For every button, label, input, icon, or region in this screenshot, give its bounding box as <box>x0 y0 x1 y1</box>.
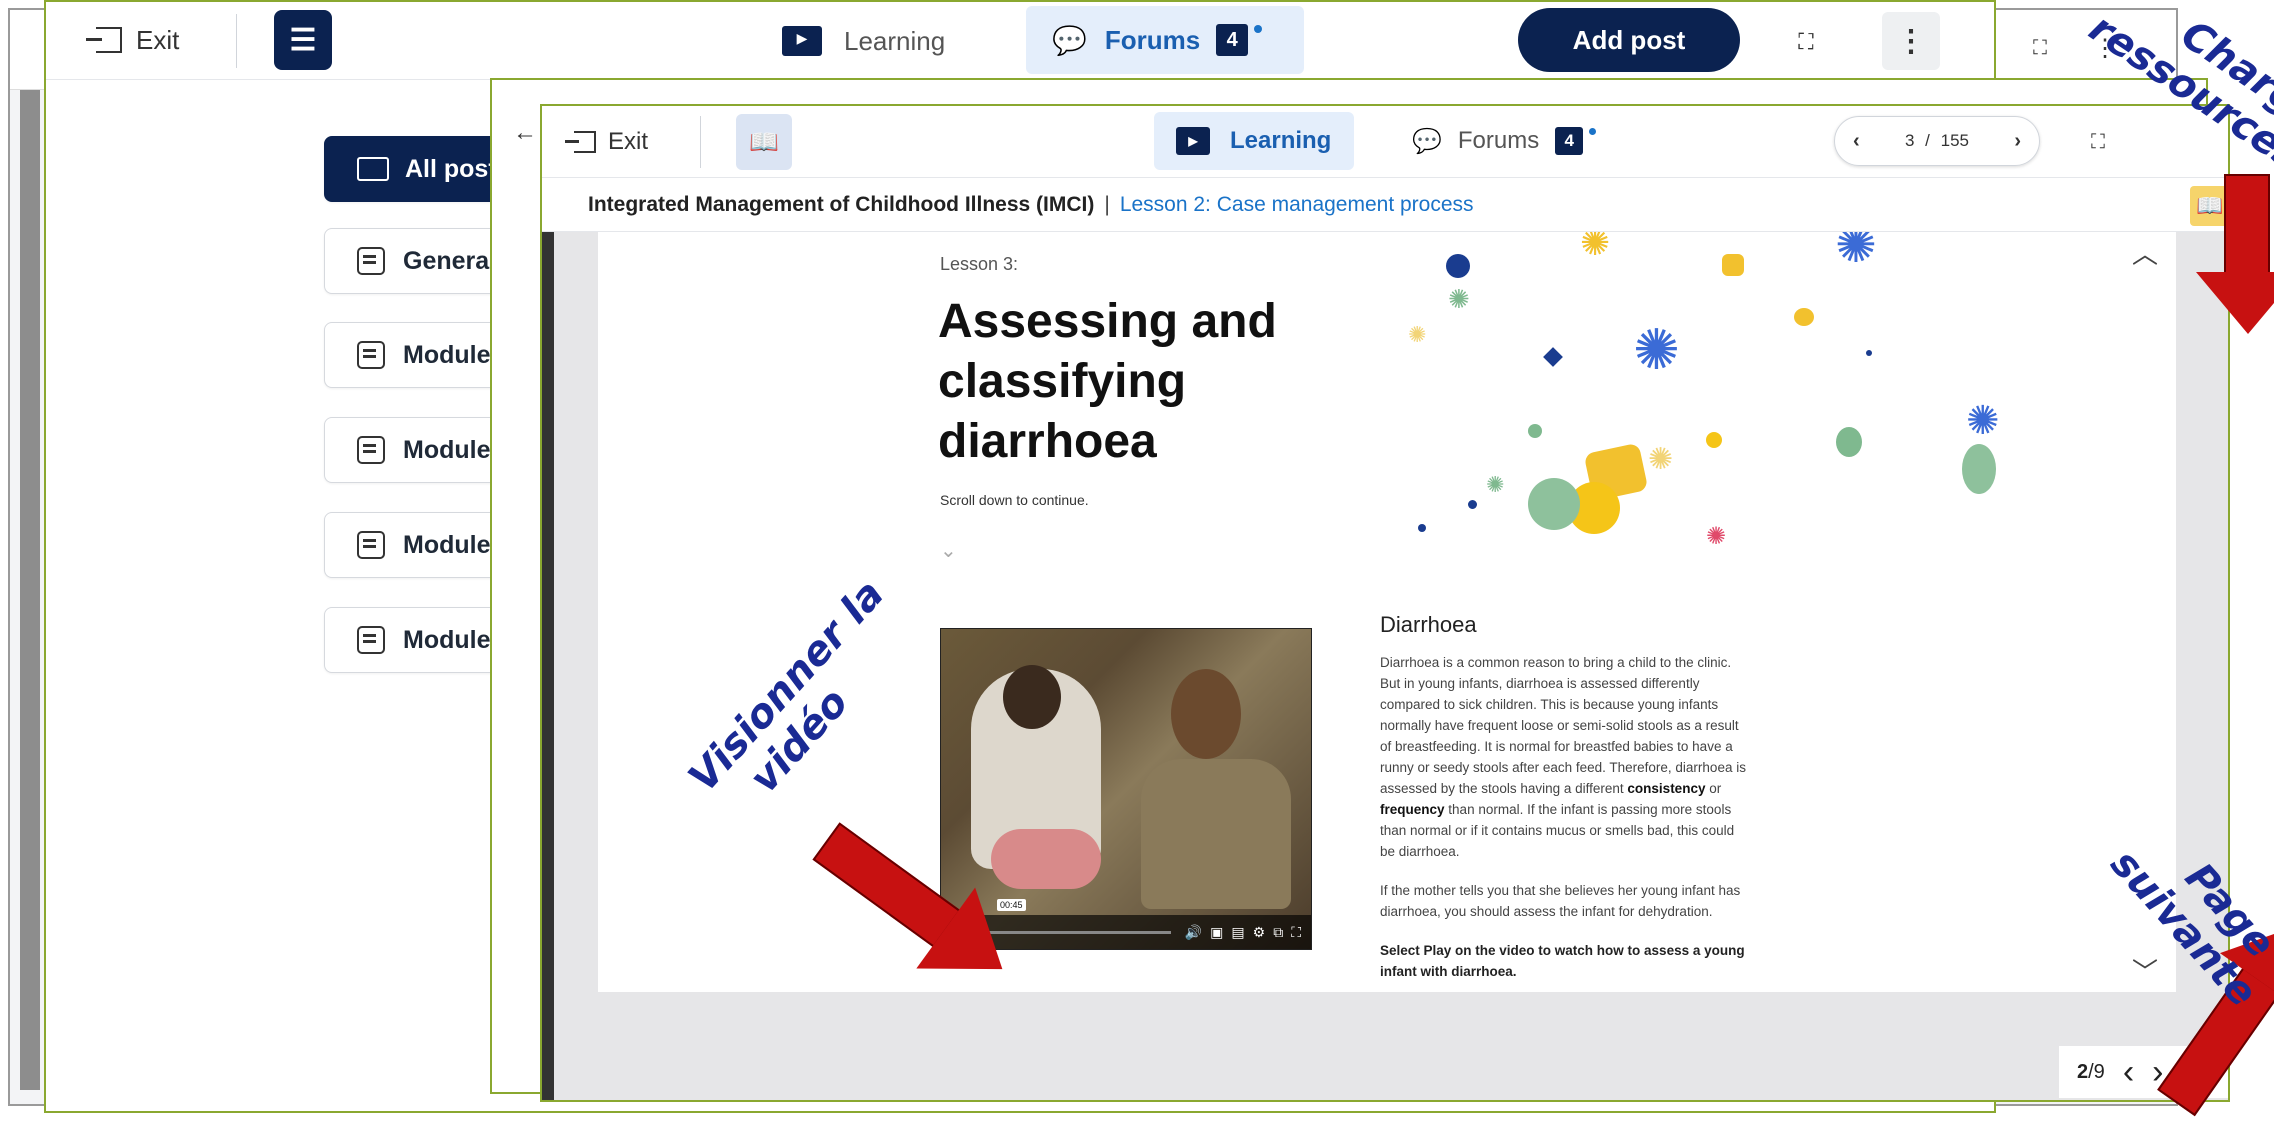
exit-icon <box>565 131 596 153</box>
post-icon <box>357 247 385 275</box>
slide-title: Assessing and classifying diarrhoea <box>938 295 1277 468</box>
monitor-play-icon: ▶ <box>1176 127 1210 155</box>
forums-header: Exit ☰ ▶ Learning 💬 Forums 4 Add post ⛶ … <box>46 2 1994 80</box>
tab-forums-label: Forums <box>1104 24 1201 55</box>
decorative-pattern: ✺ ✺ ✺ ✺ ✺ ✺ ✺ ✺ ✺ <box>1408 232 2176 572</box>
flower-icon <box>1418 524 1426 532</box>
flower-icon <box>1706 432 1722 448</box>
exit-label: Exit <box>136 24 180 55</box>
tab-forums-label: Forums <box>1457 127 1540 154</box>
tab-learning[interactable]: ▶ Learning <box>766 16 961 66</box>
add-post-label: Add post <box>1572 24 1686 55</box>
divider <box>236 14 237 68</box>
flower-icon <box>1836 427 1862 457</box>
exit-label: Exit <box>608 128 649 155</box>
forums-count-badge: 4 <box>1216 24 1249 56</box>
lesson-label: Lesson 3: <box>940 254 1019 274</box>
flower-icon: ✺ <box>1835 232 1877 273</box>
volume-icon[interactable]: 🔊 <box>1185 924 1202 941</box>
content-left-border <box>542 232 554 1100</box>
fullscreen-icon[interactable]: ⛶ <box>2078 122 2118 162</box>
more-options-icon[interactable]: ⋮ <box>1882 12 1940 70</box>
flower-icon: ✺ <box>1966 399 2000 443</box>
breadcrumb-course[interactable]: Integrated Management of Childhood Illne… <box>588 193 1094 217</box>
section-body: Diarrhoea is a common reason to bring a … <box>1380 655 1746 979</box>
section-title: Diarrhoea <box>1380 612 1477 637</box>
breadcrumb-lesson[interactable]: Lesson 2: Case management process <box>1120 193 1474 217</box>
flower-icon: ✺ <box>1633 318 1680 381</box>
page-navigator: ‹ 3 / 155 › <box>1834 116 2040 166</box>
learning-window: Exit 📖 ▶ Learning 💬 Forums 4 ‹ 3 / 155 ›… <box>540 104 2230 1102</box>
post-icon <box>357 531 385 559</box>
chat-icon: 💬 <box>1052 24 1087 56</box>
tab-learning-label: Learning <box>844 25 946 56</box>
video-person-right <box>1141 759 1291 909</box>
flower-icon: ✺ <box>1580 232 1611 263</box>
flower-icon <box>1962 444 1996 494</box>
exit-button[interactable]: Exit <box>86 20 180 60</box>
flower-icon: ✺ <box>1706 523 1727 550</box>
flower-icon <box>1528 478 1580 530</box>
flower-icon <box>1866 350 1872 356</box>
background-window-left-strip <box>20 90 40 1090</box>
flower-icon <box>1468 500 1477 509</box>
notification-dot <box>1254 25 1263 33</box>
flower-icon: ✺ <box>1448 284 1470 314</box>
chevron-down-icon[interactable]: ⌄ <box>940 538 957 563</box>
pip-icon[interactable]: ⧉ <box>1273 924 1283 941</box>
transcript-icon[interactable]: ▤ <box>1231 924 1244 941</box>
tab-learning-label: Learning <box>1230 127 1332 154</box>
previous-page-icon[interactable]: ‹ <box>1853 130 1860 153</box>
flower-icon: ✺ <box>1486 472 1505 497</box>
book-panel-button[interactable]: 📖 <box>736 114 792 170</box>
tab-forums[interactable]: 💬 Forums 4 <box>1026 6 1304 74</box>
annotation-resources-arrow <box>2196 174 2274 354</box>
captions-icon[interactable]: ▣ <box>1210 924 1223 941</box>
tab-forums[interactable]: 💬 Forums 4 <box>1412 116 1597 166</box>
scroll-up-icon[interactable]: ︿ <box>2132 234 2158 271</box>
flower-icon <box>1722 254 1744 276</box>
divider <box>700 116 701 168</box>
fullscreen-icon[interactable]: ⛶ <box>1786 22 1826 62</box>
breadcrumb-separator: | <box>1104 192 1110 216</box>
scroll-hint: Scroll down to continue. <box>940 492 1089 508</box>
exit-button[interactable]: Exit <box>565 122 649 162</box>
sidebar-toggle-button[interactable]: ☰ <box>274 10 332 70</box>
breadcrumb: Integrated Management of Childhood Illne… <box>542 178 2228 232</box>
flower-icon <box>1528 424 1542 438</box>
video-baby <box>991 829 1101 889</box>
background-fullscreen-icon[interactable]: ⛶ <box>2020 28 2060 68</box>
pager-indicator: 2/9 <box>2077 1060 2105 1083</box>
chat-icon: 💬 <box>1412 127 1442 155</box>
scroll-down-icon[interactable]: ﹀ <box>2132 952 2158 989</box>
page-indicator: 3 / 155 <box>1904 131 1970 150</box>
add-post-button[interactable]: Add post <box>1518 8 1740 72</box>
post-icon <box>357 341 385 369</box>
flower-icon <box>1446 254 1470 278</box>
exit-icon <box>86 27 122 53</box>
list-icon: ☰ <box>289 23 317 57</box>
settings-icon[interactable]: ⚙ <box>1253 924 1266 941</box>
video-person-right-head <box>1171 669 1241 759</box>
next-page-icon[interactable]: › <box>2014 130 2021 153</box>
back-arrow-icon[interactable]: ← <box>510 118 540 148</box>
notification-dot <box>1589 127 1597 135</box>
flower-icon <box>1543 347 1563 367</box>
forums-count-badge: 4 <box>1555 127 1584 155</box>
sidebar-item-label: General <box>403 246 497 275</box>
monitor-play-icon: ▶ <box>782 26 822 56</box>
learning-header: Exit 📖 ▶ Learning 💬 Forums 4 ‹ 3 / 155 ›… <box>542 106 2228 178</box>
video-fullscreen-icon[interactable]: ⛶ <box>1291 924 1301 941</box>
flower-icon: ✺ <box>1408 322 1427 347</box>
folder-icon <box>357 157 389 181</box>
post-icon <box>357 626 385 654</box>
flower-icon <box>1794 308 1814 326</box>
post-icon <box>357 436 385 464</box>
book-open-icon: 📖 <box>749 128 779 156</box>
flower-icon: ✺ <box>1648 443 1674 476</box>
video-person-left-head <box>1003 665 1061 729</box>
tab-learning[interactable]: ▶ Learning <box>1154 112 1354 170</box>
